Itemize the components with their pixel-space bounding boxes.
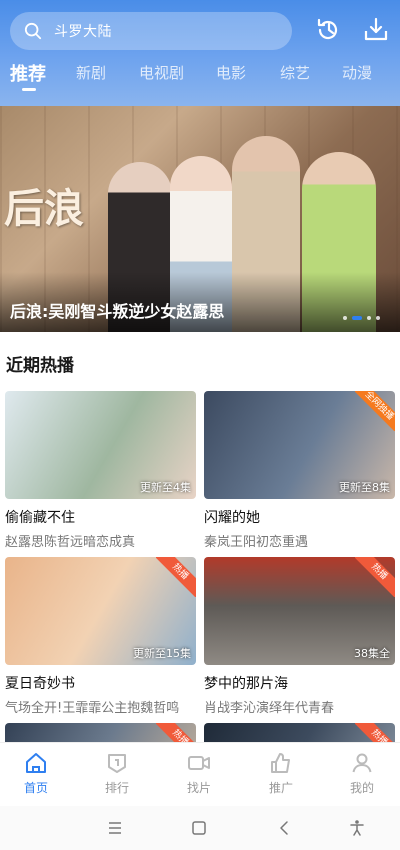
- category-tabs: 推荐 新剧 电视剧 电影 综艺 动漫: [0, 62, 400, 102]
- tab-variety[interactable]: 综艺: [280, 62, 310, 83]
- search-input[interactable]: 斗罗大陆: [54, 21, 112, 41]
- nav-find-label: 找片: [186, 781, 211, 795]
- nav-ranking[interactable]: 排行: [87, 751, 147, 796]
- back-icon[interactable]: [276, 819, 294, 837]
- menu-icon[interactable]: [106, 819, 124, 837]
- tab-tv-series[interactable]: 电视剧: [139, 62, 184, 83]
- carousel-dot[interactable]: [376, 316, 380, 320]
- show-description: 赵露思陈哲远暗恋成真: [5, 535, 136, 550]
- show-title[interactable]: 梦中的那片海: [204, 673, 395, 693]
- user-icon: [352, 753, 372, 773]
- corner-tag: 热播: [355, 557, 395, 597]
- tab-new-drama[interactable]: 新剧: [76, 62, 106, 83]
- episode-badge: 更新至8集: [339, 481, 390, 494]
- carousel-dot[interactable]: [343, 316, 347, 320]
- nav-promote-label: 推广: [268, 781, 293, 795]
- corner-tag: 全网独播: [355, 391, 395, 431]
- home-square-icon[interactable]: [190, 819, 208, 837]
- tab-recommend[interactable]: 推荐: [10, 60, 46, 86]
- show-description: 肖战李沁演绎年代青春: [204, 701, 335, 716]
- nav-promote[interactable]: 推广: [251, 751, 311, 796]
- show-card[interactable]: 热播 更新至15集 夏日奇妙书 气场全开!王霏霏公主抱魏哲鸣: [5, 557, 196, 716]
- ranking-icon: [108, 754, 126, 773]
- carousel-dot-active[interactable]: [352, 316, 362, 320]
- nav-home-label: 首页: [23, 781, 48, 795]
- active-tab-indicator: [22, 88, 36, 91]
- show-card[interactable]: 更新至4集 偷偷藏不住 赵露思陈哲远暗恋成真: [5, 391, 196, 550]
- nav-home[interactable]: 首页: [6, 751, 66, 796]
- top-header: 斗罗大陆 推荐 新剧 电视剧 电影 综艺 动漫: [0, 0, 400, 106]
- home-icon: [26, 753, 46, 773]
- show-thumbnail[interactable]: 热播 38集全: [204, 557, 395, 665]
- video-icon: [188, 756, 210, 770]
- nav-find[interactable]: 找片: [169, 751, 229, 796]
- banner-poster-title: 后浪: [4, 185, 84, 232]
- show-thumbnail[interactable]: 热播 更新至15集: [5, 557, 196, 665]
- accessibility-icon[interactable]: [348, 819, 366, 837]
- tab-anime[interactable]: 动漫: [342, 62, 372, 83]
- banner-caption: 后浪:吴刚智斗叛逆少女赵露思: [10, 302, 225, 321]
- bottom-navigation: 首页 排行 找片 推广 我的: [0, 742, 400, 804]
- show-thumbnail[interactable]: 更新至4集: [5, 391, 196, 499]
- nav-ranking-label: 排行: [104, 781, 129, 795]
- show-description: 气场全开!王霏霏公主抱魏哲鸣: [5, 701, 180, 716]
- episode-badge: 更新至4集: [140, 481, 191, 494]
- show-card[interactable]: 全网独播 更新至8集 闪耀的她 秦岚王阳初恋重遇: [204, 391, 395, 550]
- search-bar[interactable]: 斗罗大陆: [10, 12, 292, 50]
- show-title[interactable]: 夏日奇妙书: [5, 673, 196, 693]
- episode-badge: 38集全: [354, 647, 390, 660]
- nav-mine[interactable]: 我的: [332, 751, 392, 796]
- corner-tag: 热播: [156, 557, 196, 597]
- episode-badge: 更新至15集: [133, 647, 191, 660]
- carousel-dot[interactable]: [367, 316, 371, 320]
- show-thumbnail[interactable]: 全网独播 更新至8集: [204, 391, 395, 499]
- show-title[interactable]: 偷偷藏不住: [5, 507, 196, 527]
- search-icon: [24, 22, 42, 40]
- section-title: 近期热播: [6, 356, 74, 376]
- show-title[interactable]: 闪耀的她: [204, 507, 395, 527]
- tab-movies[interactable]: 电影: [216, 62, 246, 83]
- system-navigation-bar: [0, 806, 400, 850]
- nav-mine-label: 我的: [349, 781, 374, 795]
- carousel-dots: [343, 316, 380, 320]
- show-card[interactable]: 热播 38集全 梦中的那片海 肖战李沁演绎年代青春: [204, 557, 395, 716]
- hero-banner[interactable]: 后浪 后浪:吴刚智斗叛逆少女赵露思: [0, 106, 400, 332]
- thumbs-up-icon: [271, 753, 290, 773]
- show-description: 秦岚王阳初恋重遇: [204, 535, 309, 550]
- history-icon[interactable]: [314, 16, 342, 44]
- download-icon[interactable]: [362, 16, 390, 44]
